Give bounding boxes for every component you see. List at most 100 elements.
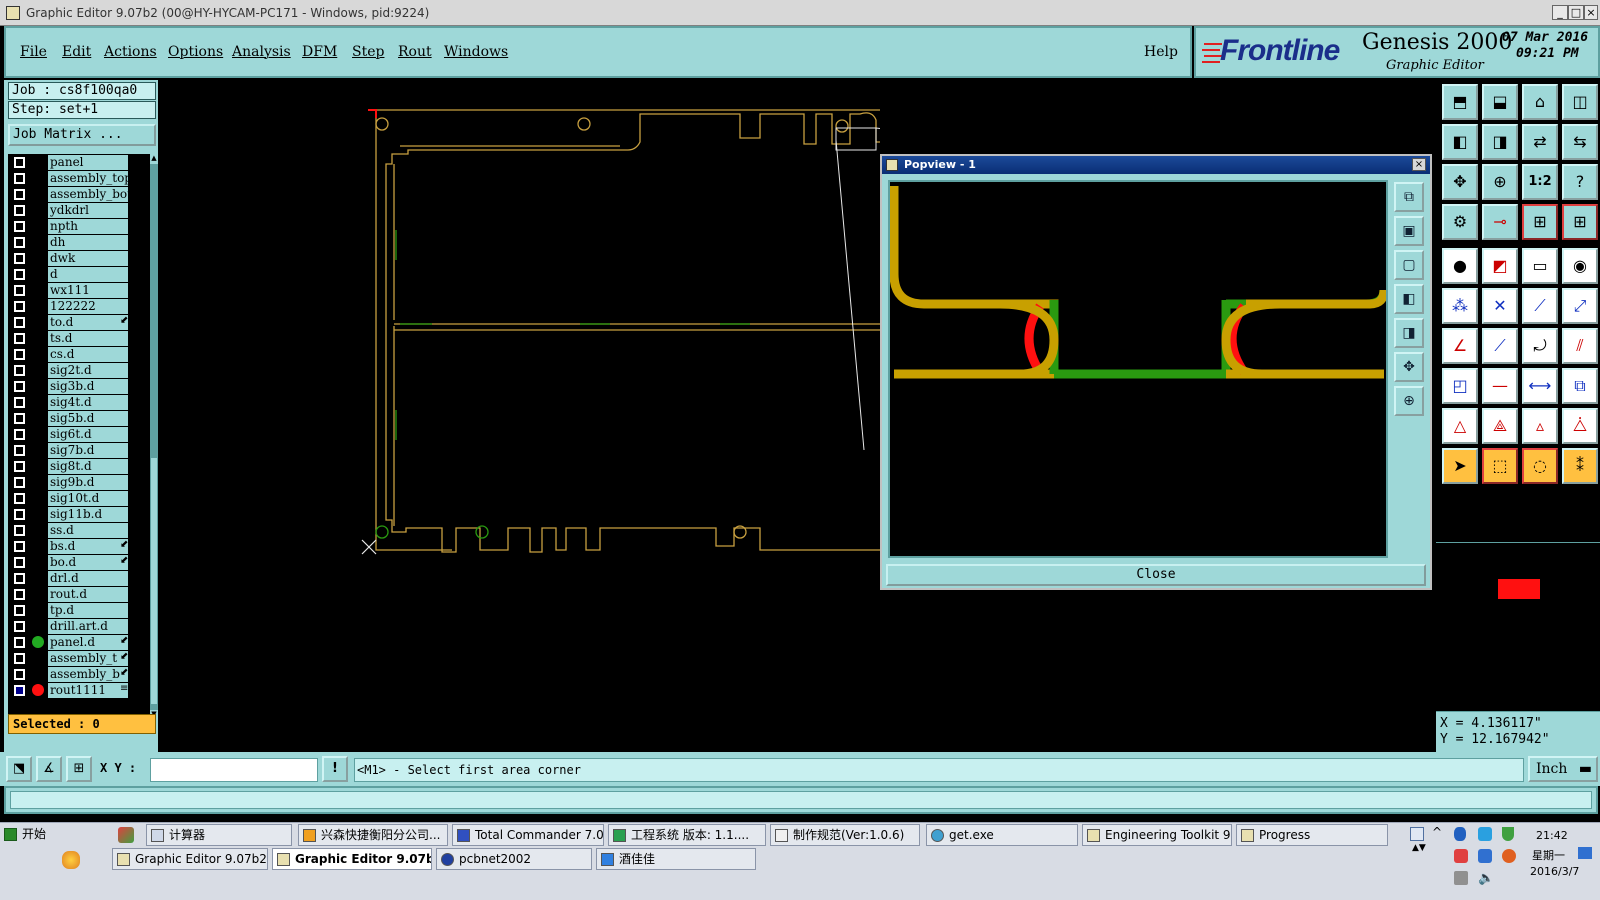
layer-name[interactable]: assembly_bot (48, 187, 128, 202)
layer-row[interactable]: panel.d ⬋ (8, 634, 150, 650)
scale-icon[interactable]: 1:2 (1522, 164, 1558, 200)
layer-checkbox[interactable] (14, 381, 25, 392)
minimize-icon[interactable]: _ (1552, 5, 1568, 20)
flip-icon[interactable]: ⇄ (1522, 124, 1558, 160)
popview-window[interactable]: Popview - 1 × ⧉ ▣ ▢ ◧ ◨ ✥ ⊕ Close (880, 154, 1432, 590)
layer-checkbox[interactable] (14, 669, 25, 680)
fit-screen-icon[interactable]: ✥ (1442, 164, 1478, 200)
layer-checkbox[interactable] (14, 685, 25, 696)
minimap[interactable] (1436, 542, 1600, 712)
layer-row[interactable]: sig7b.d (8, 442, 150, 458)
layer-name[interactable]: assembly_b (48, 667, 128, 682)
menu-dfm[interactable]: DFM (302, 44, 337, 60)
center-icon[interactable]: ⊕ (1482, 164, 1518, 200)
layer-checkbox[interactable] (14, 189, 25, 200)
angle-icon[interactable]: ∠ (1442, 328, 1478, 364)
line-node-icon[interactable]: ⟋ (1522, 288, 1558, 324)
help-query-icon[interactable]: ? (1562, 164, 1598, 200)
layer-checkbox[interactable] (14, 573, 25, 584)
layer-name[interactable]: sig9b.d (48, 475, 128, 490)
layer-name[interactable]: assembly_t (48, 651, 128, 666)
layer-checkbox[interactable] (14, 397, 25, 408)
window-icon[interactable]: ◫ (1562, 84, 1598, 120)
layer-row[interactable]: sig2t.d (8, 362, 150, 378)
layer-checkbox[interactable] (14, 653, 25, 664)
layer-row[interactable]: npth (8, 218, 150, 234)
layer-checkbox[interactable] (14, 221, 25, 232)
layer-row[interactable]: drill.art.d (8, 618, 150, 634)
layer-row[interactable]: ss.d (8, 522, 150, 538)
layer-name[interactable]: assembly_top (48, 171, 128, 186)
layer-row[interactable]: sig9b.d (8, 474, 150, 490)
grid-blue-icon[interactable]: ⊞ (1562, 204, 1598, 240)
house-icon[interactable]: ⌂ (1522, 84, 1558, 120)
ruler-icon[interactable]: ▭ (1522, 248, 1558, 284)
popview-close-button[interactable]: Close (886, 564, 1426, 586)
layer-checkbox[interactable] (14, 317, 25, 328)
layer-name[interactable]: sig8t.d (48, 459, 128, 474)
layer-row[interactable]: panel (8, 154, 150, 170)
layer-row[interactable]: to.d ⬋ (8, 314, 150, 330)
layer-row[interactable]: assembly_bot (8, 186, 150, 202)
layer-row[interactable]: d (8, 266, 150, 282)
layer-row[interactable]: wx111 (8, 282, 150, 298)
popview-close-icon[interactable]: × (1412, 158, 1426, 171)
angle-mode-icon[interactable]: ∡ (36, 756, 62, 782)
layer-row[interactable]: sig11b.d (8, 506, 150, 522)
layer-name[interactable]: dh (48, 235, 128, 250)
popview-zoom-out-icon[interactable]: ▢ (1394, 250, 1424, 280)
layer-checkbox[interactable] (14, 429, 25, 440)
layer-checkbox[interactable] (14, 365, 25, 376)
clock-time[interactable]: 21:42 (1536, 829, 1568, 842)
layer-row[interactable]: rout1111 ≡ (8, 682, 150, 698)
layer-name[interactable]: sig6t.d (48, 427, 128, 442)
window-title-bar[interactable]: Graphic Editor 9.07b2 (00@HY-HYCAM-PC171… (0, 0, 1600, 26)
zoom-area-icon[interactable]: ⬓ (1482, 84, 1518, 120)
layer-name[interactable]: sig5b.d (48, 411, 128, 426)
layer-name[interactable]: ts.d (48, 331, 128, 346)
grid-mode-icon[interactable]: ⊞ (66, 756, 92, 782)
select-box-icon[interactable]: ⬚ (1482, 448, 1518, 484)
layer-checkbox[interactable] (14, 349, 25, 360)
snap-icon[interactable]: ⚙ (1442, 204, 1478, 240)
pan-left-icon[interactable]: ◧ (1442, 124, 1478, 160)
snap-mode-icon[interactable]: ⬔ (6, 756, 32, 782)
triangle-blue-icon[interactable]: ⧊ (1562, 408, 1598, 444)
layer-name[interactable]: drl.d (48, 571, 128, 586)
layer-checkbox[interactable] (14, 589, 25, 600)
layer-checkbox[interactable] (14, 269, 25, 280)
squares-icon[interactable]: ⧉ (1562, 368, 1598, 404)
taskbar-graphic-editor-2[interactable]: Graphic Editor 9.07b2 ... (272, 848, 432, 870)
layer-checkbox[interactable] (14, 301, 25, 312)
layer-row[interactable]: dh (8, 234, 150, 250)
scroll-up-icon[interactable]: ▲ (150, 154, 158, 164)
layer-checkbox[interactable] (14, 637, 25, 648)
menu-windows[interactable]: Windows (444, 44, 508, 60)
layer-name[interactable]: panel (48, 155, 128, 170)
start-button[interactable]: 开始 (0, 824, 100, 846)
popview-zoom-fit-icon[interactable]: ⧉ (1394, 182, 1424, 212)
layer-row[interactable]: sig5b.d (8, 410, 150, 426)
layer-row[interactable]: sig8t.d (8, 458, 150, 474)
triangle-arc-icon[interactable]: ▵ (1522, 408, 1558, 444)
dotted-circle-icon[interactable]: ◉ (1562, 248, 1598, 284)
mirror-icon[interactable]: ⇆ (1562, 124, 1598, 160)
menu-step[interactable]: Step (352, 44, 384, 60)
layer-checkbox[interactable] (14, 493, 25, 504)
taskbar-calculator[interactable]: 计算器 (146, 824, 292, 846)
layer-row[interactable]: tp.d (8, 602, 150, 618)
xy-input[interactable] (150, 758, 318, 782)
layer-name[interactable]: sig10t.d (48, 491, 128, 506)
tray-app3-icon[interactable] (1502, 849, 1516, 863)
select-arrow-icon[interactable]: ➤ (1442, 448, 1478, 484)
taskbar-engineering-toolkit[interactable]: Engineering Toolkit 9.0... (1082, 824, 1232, 846)
surface-icon[interactable]: ◩ (1482, 248, 1518, 284)
layer-name[interactable]: npth (48, 219, 128, 234)
triangle-split-icon[interactable]: ⟁ (1482, 408, 1518, 444)
taskbar-get-exe[interactable]: get.exe (926, 824, 1078, 846)
layer-row[interactable]: assembly_t ⬋ (8, 650, 150, 666)
taskbar-total-commander[interactable]: Total Commander 7.0 p... (452, 824, 604, 846)
chrome-icon[interactable] (118, 827, 134, 843)
layer-row[interactable]: sig10t.d (8, 490, 150, 506)
layer-checkbox[interactable] (14, 541, 25, 552)
